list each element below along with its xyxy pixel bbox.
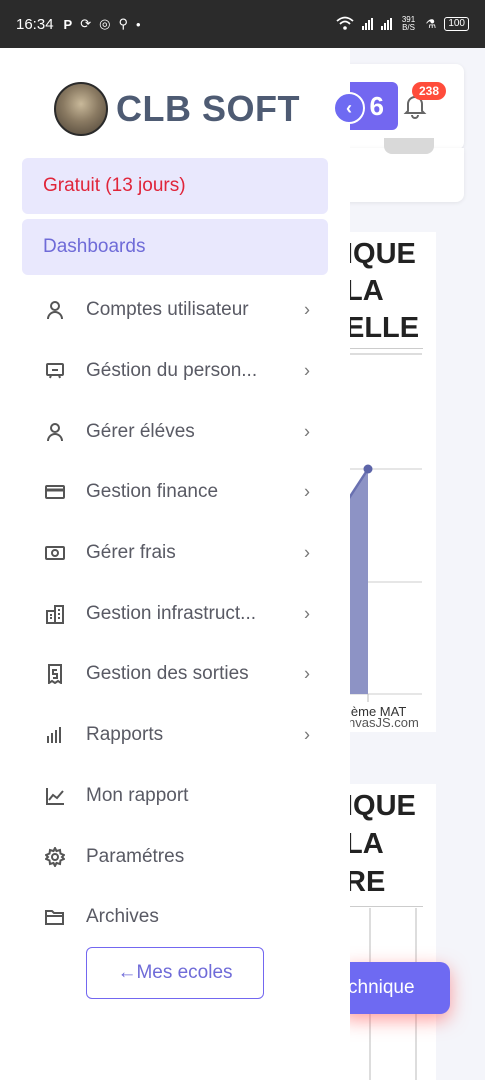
chart-1-credit: nvasJS.com <box>348 715 419 730</box>
sidebar-item-comptes-utilisateur[interactable]: Comptes utilisateur › <box>22 280 328 341</box>
line-chart-icon <box>44 785 66 807</box>
monitor-icon <box>44 360 66 382</box>
chevron-right-icon: › <box>304 603 310 624</box>
status-time: 16:34 <box>16 15 54 33</box>
chart-2-title-divider <box>345 906 423 907</box>
sidebar-item-gerer-frais[interactable]: Gérer frais › <box>22 523 328 584</box>
sidebar-item-label: Paramétres <box>86 845 185 867</box>
status-bar: 16:34 P ⟳ ◎ ⚲ • 391 B/S ⚗ 100 <box>0 0 485 48</box>
chevron-left-icon: ‹ <box>346 97 352 118</box>
chart-1-title-line-2: LA <box>345 275 384 307</box>
folder-icon <box>44 906 66 928</box>
chevron-right-icon: › <box>304 663 310 684</box>
brand[interactable]: CLB SOFT <box>54 82 300 136</box>
user-icon <box>44 299 66 321</box>
sidebar-item-label: Archives <box>86 906 159 928</box>
sidebar-item-parametres[interactable]: Paramétres <box>22 826 328 887</box>
building-icon <box>44 603 66 625</box>
info-card <box>340 148 464 202</box>
trial-status[interactable]: Gratuit (13 jours) <box>22 158 328 214</box>
notification-badge: 238 <box>412 82 447 100</box>
sidebar-item-gestion-infrastructure[interactable]: Gestion infrastruct... › <box>22 583 328 644</box>
flask-icon: ⚗ <box>425 17 437 31</box>
bar-chart-icon <box>44 724 66 746</box>
chart-2-title-line-3: RE <box>345 866 386 898</box>
chart-2-title-line-1: IQUE <box>345 790 416 822</box>
sidebar-drawer: CLB SOFT Gratuit (13 jours) Dashboards C… <box>0 48 350 1080</box>
signal-icon-2 <box>380 18 392 30</box>
sidebar-item-label: Gérer éléves <box>86 420 195 442</box>
network-speed: 391 B/S <box>401 15 416 32</box>
sidebar-item-label: Mon rapport <box>86 784 189 806</box>
chevron-right-icon: › <box>304 299 310 320</box>
sidebar-item-label: Gérer frais <box>86 542 176 564</box>
brand-name: CLB SOFT <box>116 88 300 129</box>
sync-icon: ⟳ <box>80 16 92 31</box>
collapse-sidebar-button[interactable]: ‹ <box>333 92 365 124</box>
floating-action-button[interactable]: chnique <box>340 962 450 1014</box>
battery-icon: 100 <box>444 17 469 31</box>
sidebar-item-label: Comptes utilisateur <box>86 299 249 321</box>
sidebar-item-rapports[interactable]: Rapports › <box>22 705 328 766</box>
wifi-icon <box>335 16 354 33</box>
sidebar-item-gestion-sorties[interactable]: Gestion des sorties › <box>22 644 328 705</box>
sidebar-item-gerer-eleves[interactable]: Gérer éléves › <box>22 401 328 462</box>
sidebar-item-archives[interactable]: Archives <box>22 887 328 948</box>
dot-icon: • <box>136 16 141 32</box>
user-icon <box>44 421 66 443</box>
chevron-right-icon: › <box>304 421 310 442</box>
sidebar-item-dashboards[interactable]: Dashboards <box>22 219 328 275</box>
card-divider <box>384 138 434 154</box>
sidebar-menu: Gratuit (13 jours) Dashboards Comptes ut… <box>22 158 328 948</box>
sidebar-item-label: Gestion finance <box>86 481 219 503</box>
chevron-right-icon: › <box>304 542 310 563</box>
school-logo <box>54 82 108 136</box>
gear-icon <box>44 846 66 868</box>
chart-1-title-divider <box>345 348 423 349</box>
arrow-left-icon: ← <box>117 962 137 983</box>
chart-1-title-line-3: ELLE <box>345 312 420 344</box>
cash-icon <box>44 542 66 564</box>
sidebar-item-label: Rapports <box>86 724 164 746</box>
status-notification-icons: P ⟳ ◎ ⚲ • <box>64 16 141 32</box>
whatsapp-icon: ◎ <box>99 16 111 31</box>
sidebar-item-mon-rapport[interactable]: Mon rapport <box>22 766 328 827</box>
credit-card-icon <box>44 481 66 503</box>
receipt-icon <box>44 663 66 685</box>
sidebar-item-label: Géstion du person... <box>86 360 258 382</box>
chevron-right-icon: › <box>304 481 310 502</box>
sidebar-item-gestion-personnel[interactable]: Géstion du person... › <box>22 341 328 402</box>
chart-2-title-line-2: LA <box>345 828 384 860</box>
p-app-icon: P <box>63 16 73 32</box>
sidebar-item-label: Gestion infrastruct... <box>86 602 257 624</box>
usb-icon: ⚲ <box>118 16 128 31</box>
my-schools-label: Mes ecoles <box>136 962 233 983</box>
chevron-right-icon: › <box>304 724 310 745</box>
sidebar-item-label: Gestion des sorties <box>86 663 249 685</box>
chart-1-title-line-1: IQUE <box>345 238 416 270</box>
chevron-right-icon: › <box>304 360 310 381</box>
sidebar-item-gestion-finance[interactable]: Gestion finance › <box>22 462 328 523</box>
my-schools-button[interactable]: ← Mes ecoles <box>86 947 264 999</box>
signal-icon <box>361 18 373 30</box>
